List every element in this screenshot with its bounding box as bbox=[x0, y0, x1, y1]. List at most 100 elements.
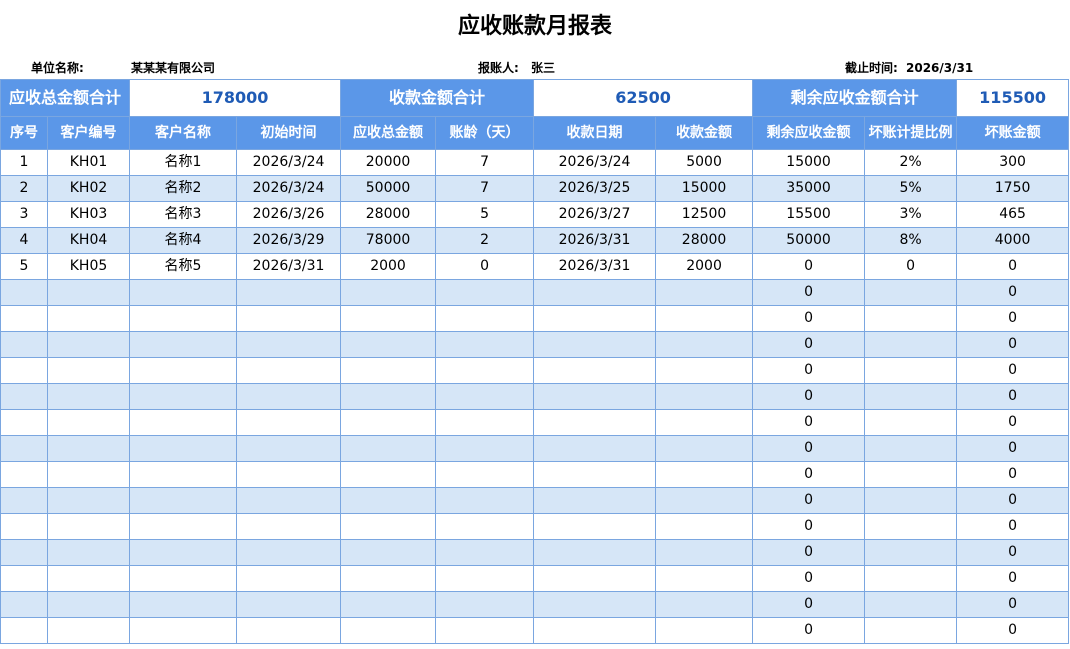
table-cell[interactable]: 1 bbox=[0, 149, 48, 176]
table-cell[interactable]: 4 bbox=[0, 227, 48, 254]
receivable-total-value[interactable]: 178000 bbox=[129, 79, 342, 117]
table-cell[interactable] bbox=[236, 513, 342, 540]
table-cell[interactable] bbox=[864, 305, 958, 332]
table-cell[interactable]: 0 bbox=[956, 253, 1070, 280]
table-cell[interactable] bbox=[340, 409, 437, 436]
table-cell[interactable] bbox=[864, 617, 958, 644]
table-cell[interactable] bbox=[0, 383, 48, 410]
table-cell[interactable]: 1750 bbox=[956, 175, 1070, 202]
table-cell[interactable]: 28000 bbox=[655, 227, 754, 254]
table-cell[interactable] bbox=[435, 383, 535, 410]
table-cell[interactable]: KH04 bbox=[46, 227, 131, 254]
table-cell[interactable]: 4000 bbox=[956, 227, 1070, 254]
table-cell[interactable]: 0 bbox=[752, 461, 866, 488]
table-cell[interactable]: 名称2 bbox=[129, 175, 238, 202]
table-cell[interactable] bbox=[435, 409, 535, 436]
table-cell[interactable] bbox=[533, 539, 657, 566]
table-cell[interactable]: 2026/3/29 bbox=[236, 227, 342, 254]
table-cell[interactable] bbox=[236, 539, 342, 566]
table-cell[interactable]: 0 bbox=[752, 591, 866, 618]
table-cell[interactable] bbox=[0, 591, 48, 618]
table-cell[interactable] bbox=[533, 331, 657, 358]
table-cell[interactable] bbox=[864, 539, 958, 566]
table-cell[interactable]: 0 bbox=[752, 487, 866, 514]
table-cell[interactable] bbox=[533, 357, 657, 384]
table-cell[interactable]: 2000 bbox=[655, 253, 754, 280]
table-cell[interactable] bbox=[46, 487, 131, 514]
table-cell[interactable] bbox=[533, 435, 657, 462]
table-cell[interactable] bbox=[46, 461, 131, 488]
table-cell[interactable] bbox=[236, 279, 342, 306]
table-cell[interactable] bbox=[129, 565, 238, 592]
table-cell[interactable]: 28000 bbox=[340, 201, 437, 228]
table-cell[interactable]: 2026/3/24 bbox=[236, 149, 342, 176]
table-cell[interactable]: 0 bbox=[956, 331, 1070, 358]
table-cell[interactable]: 3 bbox=[0, 201, 48, 228]
table-cell[interactable] bbox=[435, 565, 535, 592]
table-cell[interactable] bbox=[0, 279, 48, 306]
table-cell[interactable] bbox=[340, 383, 437, 410]
table-cell[interactable] bbox=[864, 279, 958, 306]
table-cell[interactable] bbox=[340, 487, 437, 514]
table-cell[interactable]: 50000 bbox=[340, 175, 437, 202]
table-cell[interactable] bbox=[0, 513, 48, 540]
table-cell[interactable] bbox=[655, 409, 754, 436]
table-cell[interactable] bbox=[655, 435, 754, 462]
table-cell[interactable]: 2026/3/31 bbox=[236, 253, 342, 280]
table-cell[interactable] bbox=[46, 279, 131, 306]
table-cell[interactable] bbox=[340, 617, 437, 644]
table-cell[interactable] bbox=[435, 435, 535, 462]
table-cell[interactable] bbox=[340, 435, 437, 462]
table-cell[interactable]: 0 bbox=[956, 409, 1070, 436]
table-cell[interactable] bbox=[864, 565, 958, 592]
table-cell[interactable] bbox=[46, 305, 131, 332]
table-cell[interactable]: 2026/3/26 bbox=[236, 201, 342, 228]
table-cell[interactable]: 0 bbox=[956, 617, 1070, 644]
table-cell[interactable] bbox=[533, 279, 657, 306]
table-cell[interactable]: 0 bbox=[864, 253, 958, 280]
table-cell[interactable] bbox=[0, 435, 48, 462]
table-cell[interactable] bbox=[0, 409, 48, 436]
table-cell[interactable] bbox=[46, 383, 131, 410]
table-cell[interactable]: 5% bbox=[864, 175, 958, 202]
table-cell[interactable] bbox=[864, 435, 958, 462]
table-cell[interactable]: 465 bbox=[956, 201, 1070, 228]
table-cell[interactable]: 300 bbox=[956, 149, 1070, 176]
table-cell[interactable]: 5000 bbox=[655, 149, 754, 176]
table-cell[interactable]: 0 bbox=[956, 279, 1070, 306]
table-cell[interactable] bbox=[655, 565, 754, 592]
table-cell[interactable]: 名称3 bbox=[129, 201, 238, 228]
table-cell[interactable]: 78000 bbox=[340, 227, 437, 254]
table-cell[interactable] bbox=[435, 513, 535, 540]
table-cell[interactable]: 0 bbox=[752, 279, 866, 306]
table-cell[interactable]: 0 bbox=[956, 435, 1070, 462]
table-cell[interactable]: 0 bbox=[752, 383, 866, 410]
table-cell[interactable] bbox=[46, 617, 131, 644]
table-cell[interactable] bbox=[236, 435, 342, 462]
table-cell[interactable] bbox=[340, 279, 437, 306]
table-cell[interactable]: 2026/3/27 bbox=[533, 201, 657, 228]
table-cell[interactable] bbox=[129, 513, 238, 540]
table-cell[interactable]: 0 bbox=[956, 591, 1070, 618]
table-cell[interactable] bbox=[46, 539, 131, 566]
table-cell[interactable] bbox=[236, 487, 342, 514]
table-cell[interactable] bbox=[129, 383, 238, 410]
table-cell[interactable]: 0 bbox=[752, 305, 866, 332]
table-cell[interactable] bbox=[340, 357, 437, 384]
table-cell[interactable] bbox=[340, 331, 437, 358]
table-cell[interactable]: 2000 bbox=[340, 253, 437, 280]
table-cell[interactable] bbox=[46, 565, 131, 592]
table-cell[interactable]: 2026/3/24 bbox=[236, 175, 342, 202]
table-cell[interactable] bbox=[533, 565, 657, 592]
table-cell[interactable] bbox=[129, 435, 238, 462]
table-cell[interactable]: 2 bbox=[0, 175, 48, 202]
table-cell[interactable] bbox=[655, 357, 754, 384]
table-cell[interactable]: 2026/3/25 bbox=[533, 175, 657, 202]
table-cell[interactable] bbox=[655, 331, 754, 358]
table-cell[interactable] bbox=[46, 357, 131, 384]
table-cell[interactable]: 0 bbox=[956, 487, 1070, 514]
table-cell[interactable] bbox=[655, 487, 754, 514]
table-cell[interactable] bbox=[435, 539, 535, 566]
table-cell[interactable] bbox=[533, 513, 657, 540]
table-cell[interactable] bbox=[340, 461, 437, 488]
